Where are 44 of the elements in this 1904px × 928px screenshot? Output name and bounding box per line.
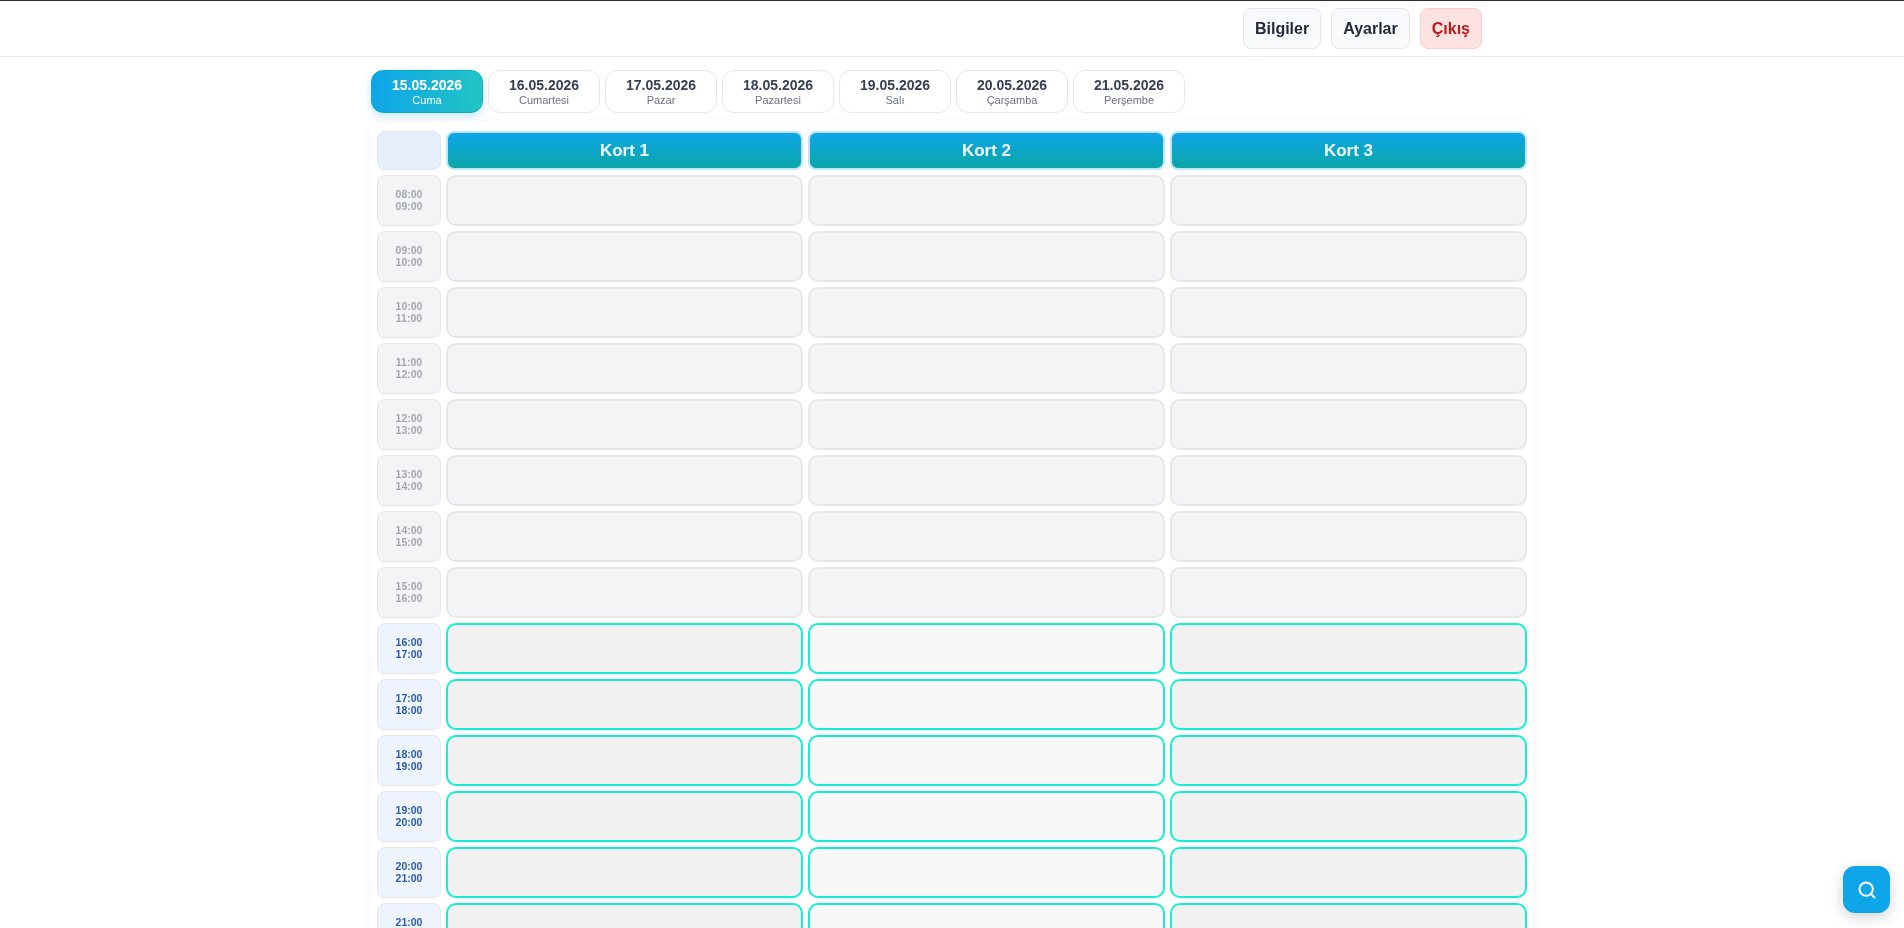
time-cell: 14:00 15:00 bbox=[377, 511, 441, 562]
time-cell: 08:00 09:00 bbox=[377, 175, 441, 226]
time-cell: 10:00 11:00 bbox=[377, 287, 441, 338]
date-tab[interactable]: 18.05.2026 Pazartesi bbox=[722, 70, 834, 113]
date-tab[interactable]: 21.05.2026 Perşembe bbox=[1073, 70, 1185, 113]
date-tab[interactable]: 20.05.2026 Çarşamba bbox=[956, 70, 1068, 113]
info-button[interactable]: Bilgiler bbox=[1242, 8, 1322, 49]
time-cell: 17:00 18:00 bbox=[377, 679, 441, 730]
time-cell: 12:00 13:00 bbox=[377, 399, 441, 450]
booking-slot[interactable] bbox=[446, 623, 803, 674]
booking-slot[interactable] bbox=[1170, 735, 1527, 786]
time-cell: 19:00 20:00 bbox=[377, 791, 441, 842]
court-header: Kort 1 bbox=[446, 131, 803, 170]
court-header: Kort 3 bbox=[1170, 131, 1527, 170]
search-button[interactable] bbox=[1843, 866, 1890, 913]
booking-slot[interactable] bbox=[1170, 791, 1527, 842]
booking-slot[interactable] bbox=[808, 679, 1165, 730]
time-cell: 11:00 12:00 bbox=[377, 343, 441, 394]
date-tab[interactable]: 19.05.2026 Salı bbox=[839, 70, 951, 113]
time-cell: 18:00 19:00 bbox=[377, 735, 441, 786]
booking-slot[interactable] bbox=[446, 679, 803, 730]
booking-slot[interactable] bbox=[808, 791, 1165, 842]
booking-slot[interactable] bbox=[808, 623, 1165, 674]
settings-button[interactable]: Ayarlar bbox=[1331, 8, 1410, 49]
time-cell: 09:00 10:00 bbox=[377, 231, 441, 282]
booking-slot[interactable] bbox=[1170, 623, 1527, 674]
date-tab[interactable]: 16.05.2026 Cumartesi bbox=[488, 70, 600, 113]
time-cell: 13:00 14:00 bbox=[377, 455, 441, 506]
booking-slot[interactable] bbox=[446, 791, 803, 842]
time-cell: 15:00 16:00 bbox=[377, 567, 441, 618]
time-cell: 20:00 21:00 bbox=[377, 847, 441, 898]
booking-slot[interactable] bbox=[808, 735, 1165, 786]
search-icon bbox=[1856, 879, 1877, 900]
booking-slot[interactable] bbox=[446, 735, 803, 786]
booking-slot[interactable] bbox=[1170, 847, 1527, 898]
logout-button[interactable]: Çıkış bbox=[1419, 8, 1482, 49]
booking-slot[interactable] bbox=[1170, 679, 1527, 730]
date-tab[interactable]: 17.05.2026 Pazar bbox=[605, 70, 717, 113]
court-header: Kort 2 bbox=[808, 131, 1165, 170]
header-corner-cell bbox=[377, 131, 441, 170]
booking-slot[interactable] bbox=[446, 847, 803, 898]
time-cell: 16:00 17:00 bbox=[377, 623, 441, 674]
booking-slot[interactable] bbox=[808, 847, 1165, 898]
time-cell: 21:00 bbox=[377, 903, 441, 928]
